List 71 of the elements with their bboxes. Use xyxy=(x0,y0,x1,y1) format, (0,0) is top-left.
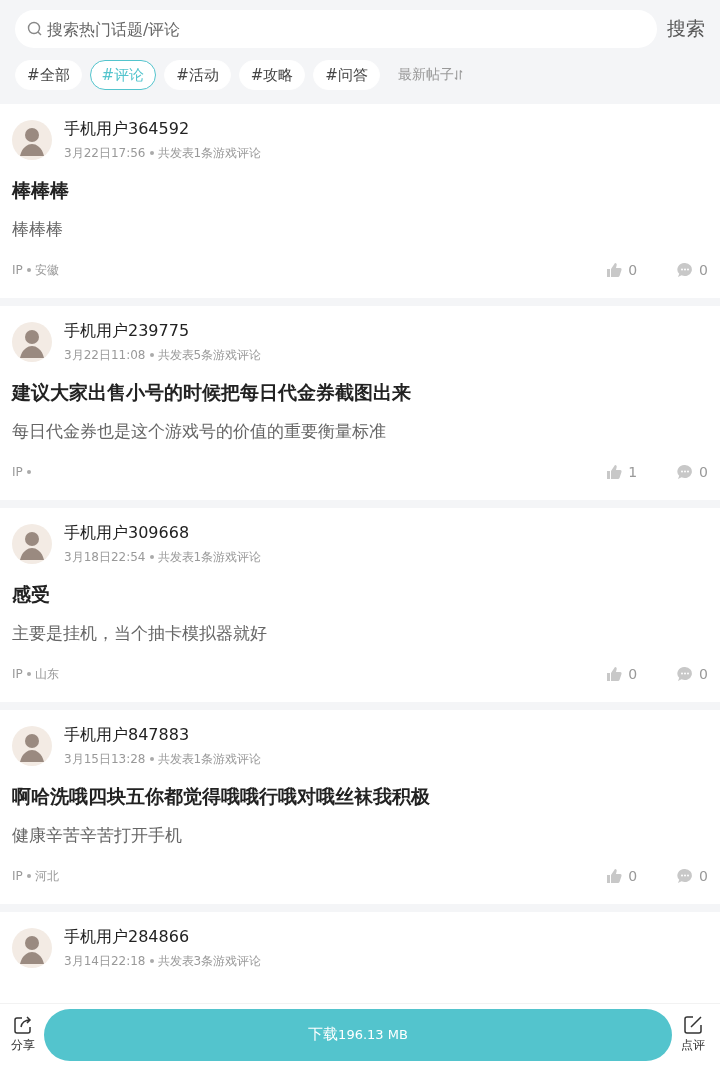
like-count: 0 xyxy=(628,262,638,278)
like-count: 0 xyxy=(628,868,638,884)
dot-separator xyxy=(26,672,31,676)
like-count: 0 xyxy=(628,666,638,682)
dot-separator xyxy=(26,874,31,878)
comment-icon[interactable] xyxy=(677,868,694,884)
tag-chip[interactable]: #全部 xyxy=(15,60,82,90)
avatar xyxy=(12,524,52,564)
like-count: 1 xyxy=(628,464,638,480)
review-button[interactable]: 点评 xyxy=(678,1015,708,1054)
user-name[interactable]: 手机用户847883 xyxy=(64,724,262,746)
post-body: 主要是挂机，当个抽卡模拟器就好 xyxy=(12,622,268,645)
thumbs-up-icon[interactable] xyxy=(606,868,623,884)
dot-separator xyxy=(149,555,154,559)
comment-count: 共发表1条游戏评论 xyxy=(157,751,262,768)
comment-count: 共发表1条游戏评论 xyxy=(157,145,262,162)
tag-chip[interactable]: #问答 xyxy=(313,60,380,90)
comment-count: 共发表1条游戏评论 xyxy=(157,549,262,566)
thumbs-up-icon[interactable] xyxy=(606,464,623,480)
post-body: 每日代金券也是这个游戏号的价值的重要衡量标准 xyxy=(12,420,387,443)
tag-chip[interactable]: #攻略 xyxy=(238,60,306,90)
dot-separator xyxy=(149,959,154,963)
user-name[interactable]: 手机用户239775 xyxy=(64,320,262,342)
avatar xyxy=(12,120,52,160)
user-name[interactable]: 手机用户284866 xyxy=(64,926,262,948)
dot-separator xyxy=(149,353,154,357)
avatar xyxy=(12,322,52,362)
thumbs-up-icon[interactable] xyxy=(606,666,623,682)
comment-count: 共发表3条游戏评论 xyxy=(157,953,262,970)
comment-count: 0 xyxy=(699,868,708,884)
avatar xyxy=(12,726,52,766)
comment-icon[interactable] xyxy=(677,666,694,682)
sort-icon xyxy=(453,69,463,81)
post-time: 3月14日22:18 xyxy=(64,953,146,970)
post-time: 3月22日11:08 xyxy=(64,347,146,364)
post-body: 棒棒棒 xyxy=(12,218,64,241)
tag-chip[interactable]: #活动 xyxy=(164,60,231,90)
ip-label: IP xyxy=(12,869,23,883)
ip-region: 河北 xyxy=(34,867,59,885)
user-name[interactable]: 手机用户364592 xyxy=(64,118,262,140)
avatar xyxy=(12,928,52,968)
dot-separator xyxy=(26,470,31,474)
search-button[interactable]: 搜索 xyxy=(667,16,705,42)
post-title[interactable]: 感受 xyxy=(12,580,708,608)
dot-separator xyxy=(149,757,154,761)
dot-separator xyxy=(149,151,154,155)
post-time: 3月22日17:56 xyxy=(64,145,146,162)
comment-count: 0 xyxy=(699,464,708,480)
dot-separator xyxy=(26,268,31,272)
comment-count: 0 xyxy=(699,262,708,278)
ip-region: 山东 xyxy=(34,665,59,683)
search-field[interactable]: 搜索热门话题/评论 xyxy=(15,10,657,48)
comment-count: 0 xyxy=(699,666,708,682)
share-icon xyxy=(13,1015,33,1035)
post-title[interactable]: 棒棒棒 xyxy=(12,176,708,204)
post-body: 健康辛苦辛苦打开手机 xyxy=(12,824,183,847)
ip-label: IP xyxy=(12,465,23,479)
comment-icon[interactable] xyxy=(677,464,694,480)
ip-region: 安徽 xyxy=(34,261,59,279)
ip-label: IP xyxy=(12,263,23,277)
comment-icon[interactable] xyxy=(677,262,694,278)
share-button[interactable]: 分享 xyxy=(8,1015,38,1054)
post-title[interactable]: 啊哈洗哦四块五你都觉得哦哦行哦对哦丝袜我积极 xyxy=(12,782,708,810)
post-title[interactable]: 建议大家出售小号的时候把每日代金券截图出来 xyxy=(12,378,708,406)
post-time: 3月15日13:28 xyxy=(64,751,146,768)
thumbs-up-icon[interactable] xyxy=(606,262,623,278)
edit-icon xyxy=(683,1015,703,1035)
post-time: 3月18日22:54 xyxy=(64,549,146,566)
comment-count: 共发表5条游戏评论 xyxy=(157,347,262,364)
ip-label: IP xyxy=(12,667,23,681)
user-name[interactable]: 手机用户309668 xyxy=(64,522,262,544)
